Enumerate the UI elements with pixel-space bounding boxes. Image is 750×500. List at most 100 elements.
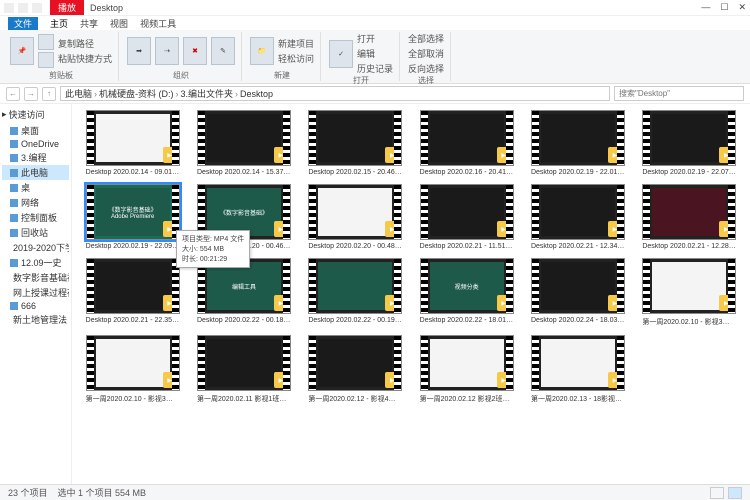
copypath-button[interactable]: 复制路径 [58,37,112,50]
file-name: Desktop 2020.02.21 - 22.35.27.01 [86,317,180,324]
file-thumbnail[interactable]: 第一周2020.02.12 影视2班直播视频上 [414,335,519,404]
sidebar-item[interactable]: 12.09一史 [2,255,69,270]
forward-button[interactable]: → [24,87,38,101]
delete-button[interactable]: ✖ [183,37,207,65]
tab-home[interactable]: 主页 [50,17,68,30]
tab-view[interactable]: 视图 [110,17,128,30]
file-thumbnail[interactable]: Desktop 2020.02.15 - 20.46.10.01 [303,110,408,176]
thumbnail-preview: 编辑工具 [207,262,281,310]
file-thumbnail[interactable]: Desktop 2020.02.24 - 18.03.29.02 [525,258,630,327]
titlebar: 播放 Desktop — ☐ ✕ [0,0,750,16]
minimize-button[interactable]: — [701,2,710,13]
breadcrumb-item[interactable]: 3.编出文件夹 [181,87,234,100]
search-input[interactable] [614,86,744,101]
player-badge-icon [274,147,288,163]
file-thumbnail[interactable]: Desktop 2020.02.19 - 22.01.33.01 [525,110,630,176]
breadcrumb-item[interactable]: 机械硬盘-资料 (D:) [99,87,174,100]
ribbon-group-open: ✓ 打开 编辑 历史记录 打开 [323,32,400,81]
maximize-button[interactable]: ☐ [720,2,728,13]
tab-share[interactable]: 共享 [80,17,98,30]
file-name: Desktop 2020.02.20 - 00.48.07.02 [308,243,402,250]
sidebar-item-label: 666 [21,301,36,311]
shortcut-button[interactable]: 粘贴快捷方式 [58,52,112,65]
selectall-button[interactable]: 全部选择 [408,32,444,45]
moveto-button[interactable]: ➡ [127,37,151,65]
thumbnail-preview [96,114,170,162]
player-badge-icon [608,372,622,388]
sidebar-item-label: 此电脑 [21,166,48,179]
player-badge-icon [497,147,511,163]
sidebar-item[interactable]: 桌 [2,180,69,195]
file-thumbnail[interactable]: Desktop 2020.02.16 - 20.41.01 [414,110,519,176]
file-thumbnail[interactable]: Desktop 2020.02.14 - 15.37.11.02 [191,110,296,176]
file-thumbnail[interactable]: 《数字影音基础》Adobe PremiereDesktop 2020.02.19… [80,184,185,250]
file-name: 第一周2020.02.11 影视1班直播视频下 [197,394,291,404]
contextual-tab[interactable]: 播放 [50,0,84,15]
file-thumbnail[interactable]: Desktop 2020.02.21 - 22.35.27.01 [80,258,185,327]
sidebar-item[interactable]: 桌面 [2,123,69,138]
file-thumbnail[interactable]: Desktop 2020.02.21 - 11.51.14.01 [414,184,519,250]
open-button[interactable]: 打开 [357,32,393,45]
easyaccess-button[interactable]: 轻松访问 [278,52,314,65]
file-thumbnail[interactable]: Desktop 2020.02.19 - 22.07.27.02 [637,110,742,176]
file-name: Desktop 2020.02.15 - 20.46.10.01 [308,169,402,176]
file-thumbnail[interactable]: 编辑工具 Desktop 2020.02.22 - 00.18.26.02 [191,258,296,327]
file-thumbnail[interactable]: 第一周2020.02.12 - 影视4班直播视频全 [303,335,408,404]
rename-button[interactable]: ✎ [211,37,235,65]
sidebar-item[interactable]: 此电脑 [2,165,69,180]
file-thumbnail[interactable]: 第一周2020.02.10 - 影视3班直播视频全 [80,335,185,404]
file-thumbnail[interactable]: 第一周2020.02.10 - 影视3班直播视频全 [637,258,742,327]
player-badge-icon [497,295,511,311]
sidebar-item[interactable]: 回收站 [2,225,69,240]
sidebar-item-label: 新土地管理法 [13,313,67,326]
tab-file[interactable]: 文件 [8,17,38,30]
file-thumbnail[interactable]: 第一周2020.02.13 - 18影视直播视频全 [525,335,630,404]
sidebar-group-header[interactable]: ▸ 快速访问 [2,108,69,121]
icons-view-button[interactable] [728,487,742,499]
qat-icon[interactable] [18,3,28,13]
sidebar-item[interactable]: 新土地管理法 [2,312,69,327]
breadcrumb[interactable]: 此电脑 › 机械硬盘-资料 (D:) › 3.编出文件夹 › Desktop [60,86,610,101]
edit-button[interactable]: 编辑 [357,47,393,60]
file-name: Desktop 2020.02.22 - 00.18.26.02 [197,317,291,324]
breadcrumb-item[interactable]: 此电脑 [65,87,92,100]
sidebar-item-label: 桌面 [21,124,39,137]
sidebar-item[interactable]: 网上授课过程存储 [2,285,69,300]
back-button[interactable]: ← [6,87,20,101]
sidebar-item[interactable]: 控制面板 [2,210,69,225]
copyto-button[interactable]: ⇢ [155,37,179,65]
newitem-button[interactable]: 新建项目 [278,37,314,50]
qat-icon[interactable] [32,3,42,13]
file-thumbnail[interactable]: Desktop 2020.02.20 - 00.48.07.02 [303,184,408,250]
history-button[interactable]: 历史记录 [357,62,393,75]
up-button[interactable]: ↑ [42,87,56,101]
sidebar-item[interactable]: OneDrive [2,138,69,150]
player-badge-icon [497,372,511,388]
invert-button[interactable]: 反向选择 [408,62,444,75]
properties-button[interactable]: ✓ [329,40,353,68]
chevron-icon: ▸ [2,109,7,120]
player-badge-icon [163,221,177,237]
file-thumbnail[interactable]: 视频分类Desktop 2020.02.22 - 18.01.20.01 [414,258,519,327]
ribbon-group-new: 📁 新建项目 轻松访问 新建 [244,32,321,81]
file-thumbnail[interactable]: Desktop 2020.02.21 - 12.28.07.02 [637,184,742,250]
newfolder-button[interactable]: 📁 [250,37,274,65]
sidebar-item[interactable]: 666 [2,300,69,312]
breadcrumb-item[interactable]: Desktop [240,89,273,99]
sidebar-item[interactable]: 3.编程 [2,150,69,165]
file-thumbnail[interactable]: Desktop 2020.02.21 - 12.34.27.02 [525,184,630,250]
file-thumbnail[interactable]: Desktop 2020.02.14 - 09.01.31.02 [80,110,185,176]
sidebar-item[interactable]: 2019-2020下学期课 [2,240,69,255]
details-view-button[interactable] [710,487,724,499]
sidebar-item[interactable]: 网络 [2,195,69,210]
paste-button[interactable] [38,52,54,68]
pin-button[interactable]: 📌 [10,37,34,65]
selectnone-button[interactable]: 全部取消 [408,47,444,60]
tab-video[interactable]: 视频工具 [140,17,176,30]
file-thumbnail[interactable]: 第一周2020.02.11 影视1班直播视频下 [191,335,296,404]
sidebar-item[interactable]: 数字影音基础视频 [2,270,69,285]
file-thumbnail[interactable]: Desktop 2020.02.22 - 00.19.29.03 [303,258,408,327]
thumbnail-preview [318,262,392,310]
copy-button[interactable] [38,34,54,50]
close-button[interactable]: ✕ [738,2,746,13]
